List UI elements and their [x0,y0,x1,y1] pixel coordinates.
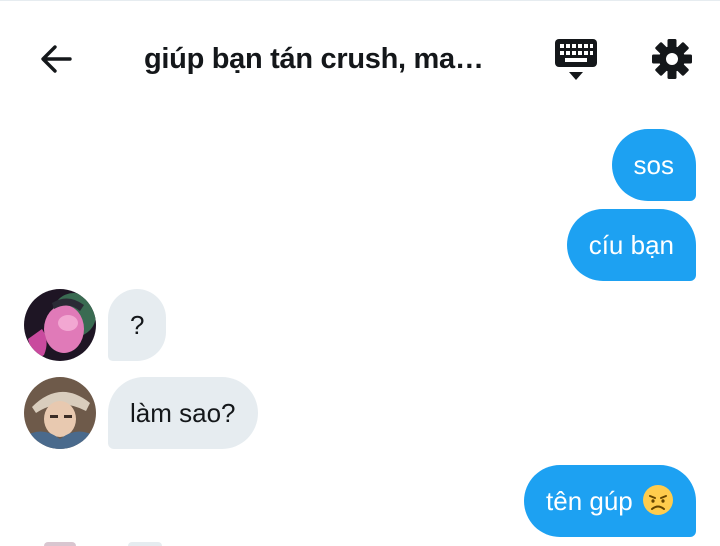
back-button[interactable] [36,39,76,79]
message-bubble-partial [128,542,162,546]
message-bubble-outgoing[interactable]: sos [611,129,696,201]
avatar-pink-image [24,289,96,361]
message-bubble-incoming[interactable]: ? [108,289,167,361]
conversation-title[interactable]: giúp bạn tán crush, ma… [144,39,504,79]
message-text: tên gúp [546,486,633,516]
arrow-left-icon [41,45,72,73]
keyboard-button[interactable] [552,37,600,83]
settings-button[interactable] [650,37,694,81]
avatar-partial [44,542,76,546]
message-bubble-outgoing[interactable]: cíu bạn [566,209,696,281]
avatar[interactable] [24,377,96,449]
conversation-header: giúp bạn tán crush, ma… [0,1,720,111]
message-bubble-incoming[interactable]: làm sao? [108,377,258,449]
message-bubble-outgoing[interactable]: tên gúp [524,465,696,537]
gear-icon [652,39,692,79]
avatar-hat-image [24,377,96,449]
disappointed-face-icon [643,485,673,515]
keyboard-icon [555,39,597,80]
avatar[interactable] [24,289,96,361]
